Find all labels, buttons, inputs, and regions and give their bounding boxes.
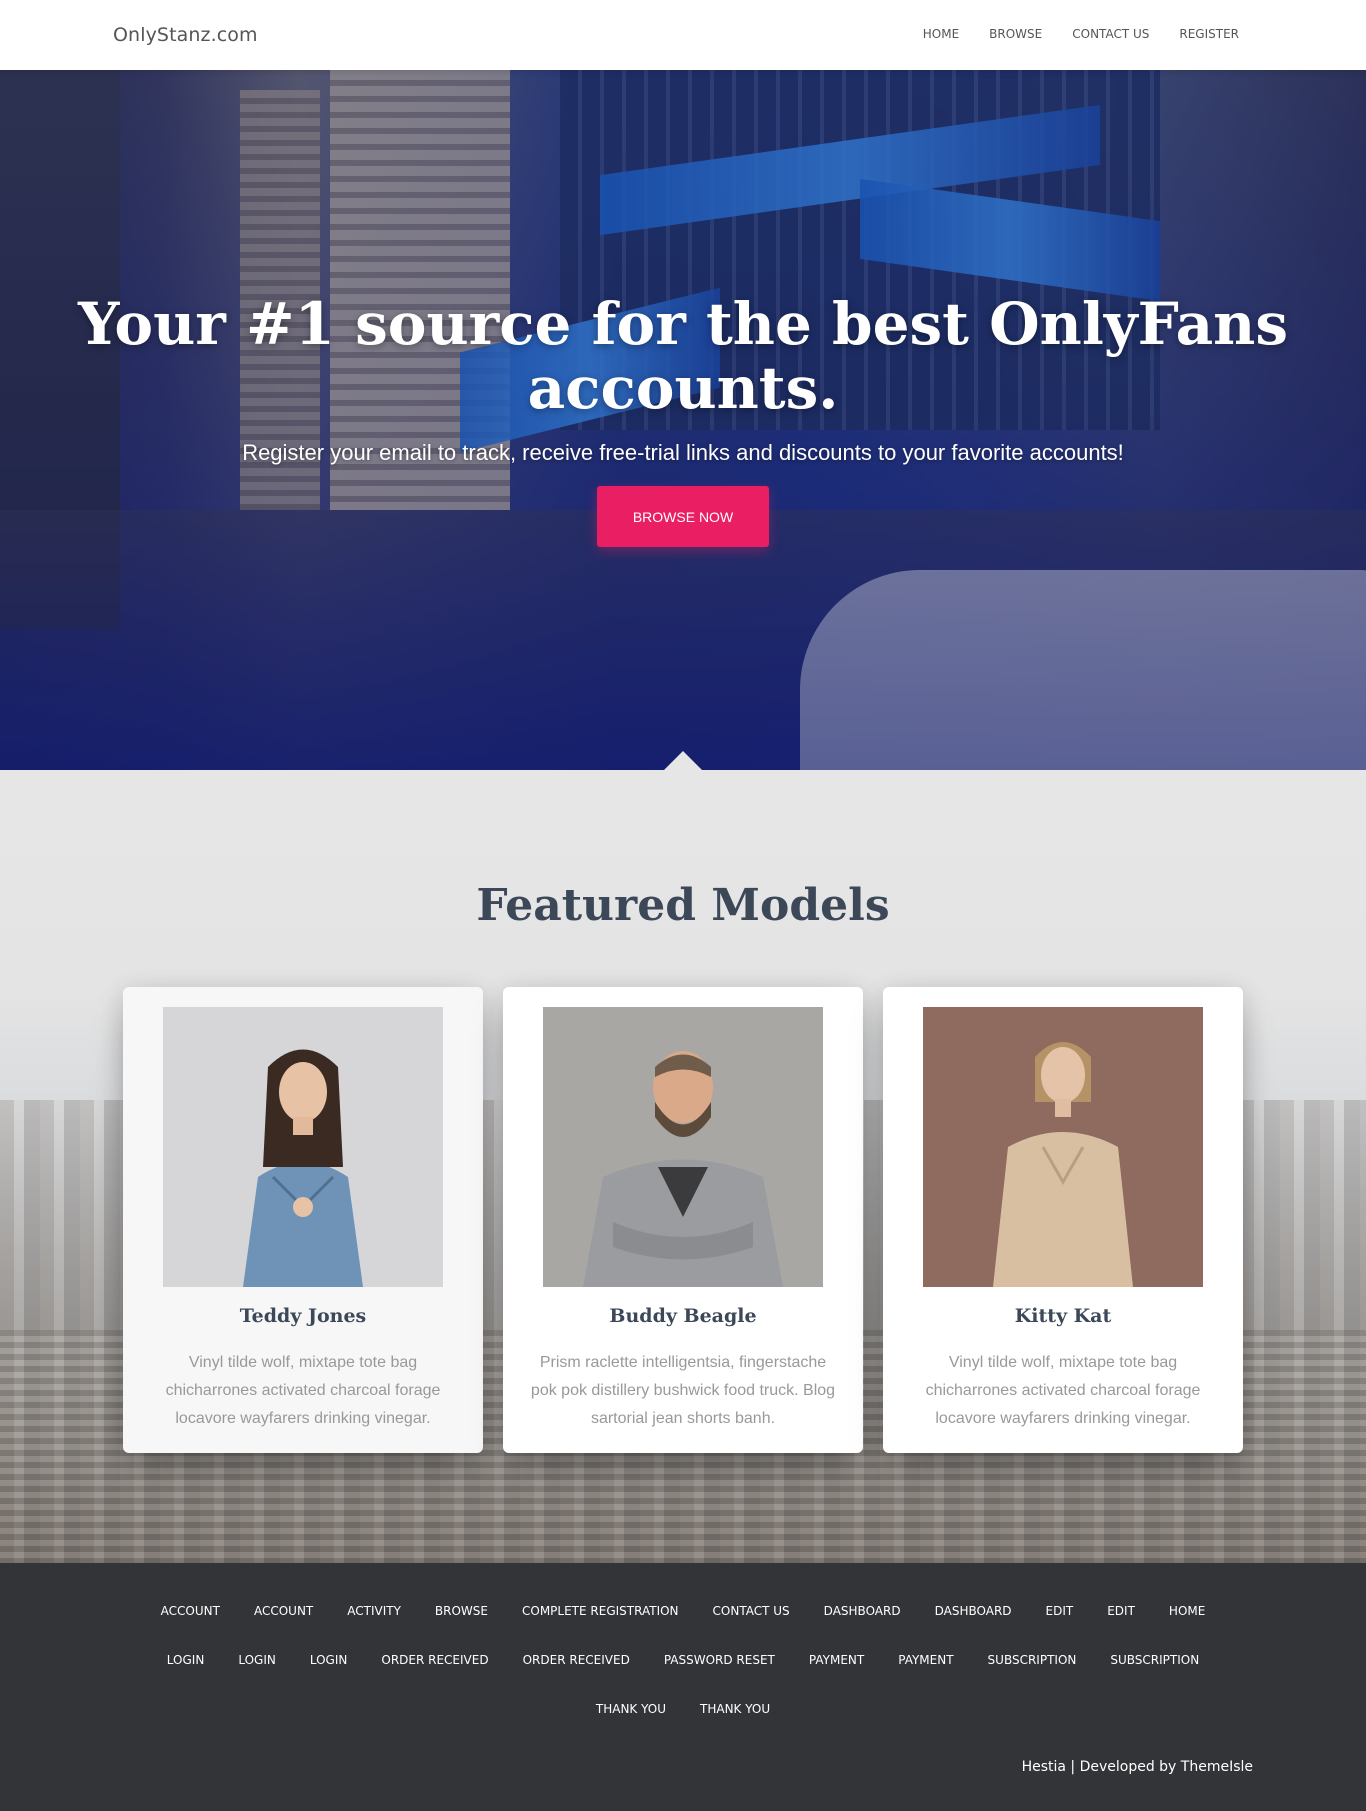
footer-link-complete-registration[interactable]: COMPLETE REGISTRATION <box>505 1587 696 1636</box>
nav-register[interactable]: REGISTER <box>1179 27 1239 41</box>
model-photo-kitty <box>923 1007 1203 1287</box>
hero-notch <box>664 751 702 770</box>
model-card[interactable]: Buddy Beagle Prism raclette intelligents… <box>503 987 863 1453</box>
footer-link-password-reset[interactable]: PASSWORD RESET <box>647 1636 792 1685</box>
footer-link-thank-you[interactable]: THANK YOU <box>579 1685 683 1734</box>
model-photo-teddy <box>163 1007 443 1287</box>
model-photo[interactable] <box>923 1007 1203 1287</box>
section-title: Featured Models <box>476 880 890 931</box>
nav-home[interactable]: HOME <box>923 27 959 41</box>
footer-link-edit[interactable]: EDIT <box>1090 1587 1152 1636</box>
model-photo[interactable] <box>163 1007 443 1287</box>
model-name[interactable]: Buddy Beagle <box>503 1305 863 1327</box>
footer-link-activity[interactable]: ACTIVITY <box>330 1587 418 1636</box>
footer-link-edit[interactable]: EDIT <box>1029 1587 1091 1636</box>
model-description: Vinyl tilde wolf, mixtape tote bag chich… <box>165 1354 441 1427</box>
footer-link-browse[interactable]: BROWSE <box>418 1587 505 1636</box>
nav-browse[interactable]: BROWSE <box>989 27 1042 41</box>
model-card[interactable]: Teddy Jones Vinyl tilde wolf, mixtape to… <box>123 987 483 1453</box>
footer-link-payment[interactable]: PAYMENT <box>792 1636 881 1685</box>
footer-link-dashboard[interactable]: DASHBOARD <box>918 1587 1029 1636</box>
model-photo[interactable] <box>543 1007 823 1287</box>
footer-link-contact-us[interactable]: CONTACT US <box>696 1587 807 1636</box>
footer-link-payment[interactable]: PAYMENT <box>881 1636 970 1685</box>
footer-link-account[interactable]: ACCOUNT <box>237 1587 330 1636</box>
footer-link-order-received[interactable]: ORDER RECEIVED <box>506 1636 647 1685</box>
footer-link-login[interactable]: LOGIN <box>293 1636 365 1685</box>
model-description: Vinyl tilde wolf, mixtape tote bag chich… <box>925 1354 1201 1427</box>
site-brand-link[interactable]: OnlyStanz.com <box>113 24 258 46</box>
footer-link-subscription[interactable]: SUBSCRIPTION <box>971 1636 1094 1685</box>
model-description: Prism raclette intelligentsia, fingersta… <box>530 1354 836 1427</box>
footer-link-order-received[interactable]: ORDER RECEIVED <box>364 1636 505 1685</box>
footer-link-subscription[interactable]: SUBSCRIPTION <box>1093 1636 1216 1685</box>
footer-link-dashboard[interactable]: DASHBOARD <box>807 1587 918 1636</box>
browse-now-button[interactable]: BROWSE NOW <box>597 486 769 547</box>
footer-link-login[interactable]: LOGIN <box>150 1636 222 1685</box>
primary-nav: HOME BROWSE CONTACT US REGISTER <box>923 27 1239 41</box>
hero-section: Your #1 source for the best OnlyFans acc… <box>0 70 1366 770</box>
model-photo-buddy <box>543 1007 823 1287</box>
model-name[interactable]: Teddy Jones <box>123 1305 483 1327</box>
hero-subtitle: Register your email to track, receive fr… <box>242 440 1124 465</box>
footer-credit[interactable]: Hestia | Developed by ThemeIsle <box>1022 1759 1253 1775</box>
footer-link-login[interactable]: LOGIN <box>221 1636 293 1685</box>
model-card[interactable]: Kitty Kat Vinyl tilde wolf, mixtape tote… <box>883 987 1243 1453</box>
footer-link-home[interactable]: HOME <box>1152 1587 1222 1636</box>
model-name[interactable]: Kitty Kat <box>883 1305 1243 1327</box>
footer-nav: ACCOUNT ACCOUNT ACTIVITY BROWSE COMPLETE REG… <box>120 1587 1246 1734</box>
nav-contact-us[interactable]: CONTACT US <box>1072 27 1149 41</box>
featured-models-section: Featured Models Teddy Jones Vinyl tilde … <box>0 770 1366 1563</box>
footer-link-thank-you[interactable]: THANK YOU <box>683 1685 787 1734</box>
hero-title: Your #1 source for the best OnlyFans acc… <box>78 290 1288 422</box>
footer-link-account[interactable]: ACCOUNT <box>144 1587 237 1636</box>
site-footer: ACCOUNT ACCOUNT ACTIVITY BROWSE COMPLETE REG… <box>0 1563 1366 1811</box>
site-header: OnlyStanz.com HOME BROWSE CONTACT US REG… <box>0 0 1366 70</box>
